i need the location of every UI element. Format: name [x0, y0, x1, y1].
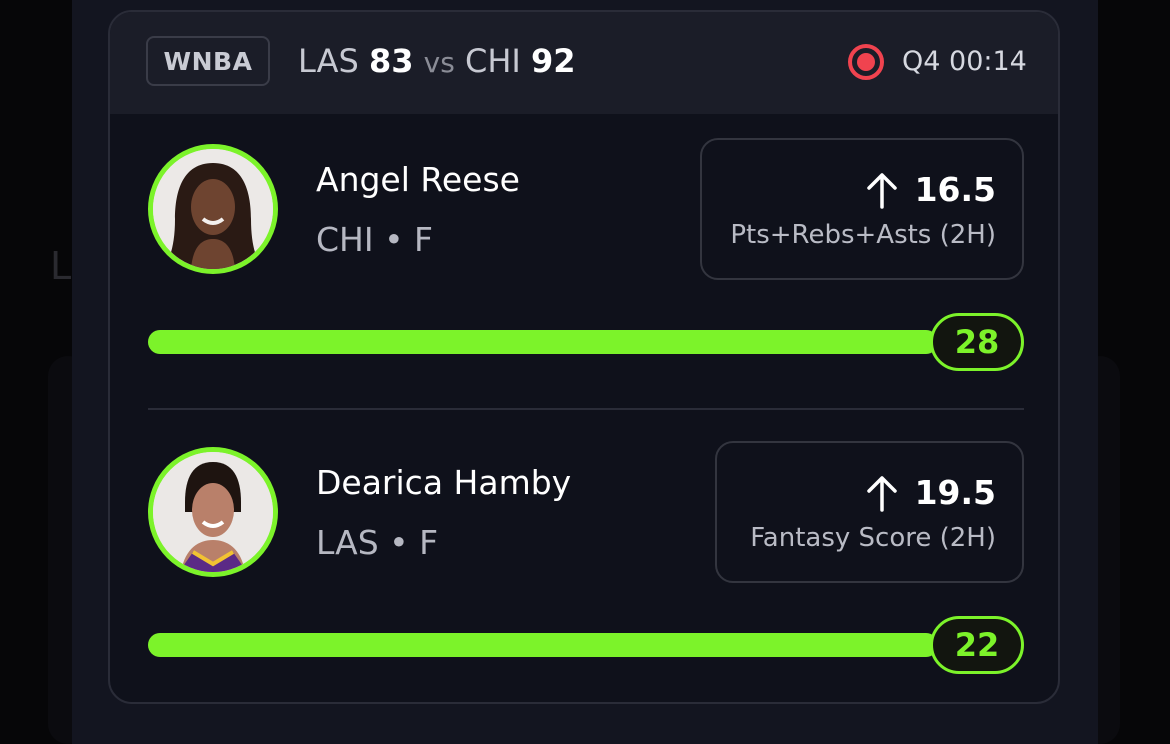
away-score: 83 — [368, 42, 414, 80]
home-team: CHI — [464, 42, 521, 80]
live-record-icon — [848, 44, 884, 80]
player-row[interactable]: Angel Reese CHI • F 16.5 Pts+Rebs+Asts (… — [110, 114, 1058, 394]
player-name: Dearica Hamby — [316, 463, 572, 502]
matchup-score: LAS 83 vs CHI 92 — [298, 42, 576, 80]
player-team-position: CHI • F — [316, 220, 434, 259]
line-value: 19.5 — [914, 473, 996, 512]
stat-type: Fantasy Score (2H) — [750, 523, 996, 553]
away-team: LAS — [298, 42, 359, 80]
progress-track — [148, 633, 938, 657]
current-stat-badge: 28 — [930, 313, 1024, 371]
game-header: WNBA LAS 83 vs CHI 92 Q4 00:14 — [110, 12, 1058, 114]
line-value: 16.5 — [914, 170, 996, 209]
progress-fill — [148, 633, 938, 657]
player-divider — [148, 408, 1024, 410]
player-name: Angel Reese — [316, 160, 520, 199]
player-row[interactable]: Dearica Hamby LAS • F 19.5 Fantasy Score… — [110, 417, 1058, 697]
arrow-up-icon — [866, 172, 897, 209]
prop-line-box[interactable]: 19.5 Fantasy Score (2H) — [715, 441, 1024, 583]
stat-type: Pts+Rebs+Asts (2H) — [730, 220, 996, 250]
current-stat-badge: 22 — [930, 616, 1024, 674]
player-avatar — [148, 144, 278, 274]
live-game-card[interactable]: WNBA LAS 83 vs CHI 92 Q4 00:14 Angel Ree… — [108, 10, 1060, 704]
background-heading-letter: L — [50, 244, 72, 288]
prop-line: 16.5 — [865, 170, 996, 209]
home-score: 92 — [531, 42, 576, 80]
player-avatar — [148, 447, 278, 577]
versus-label: vs — [423, 46, 455, 79]
arrow-up-icon — [866, 475, 897, 512]
player-portrait-icon — [153, 452, 273, 572]
player-team-position: LAS • F — [316, 523, 439, 562]
player-portrait-icon — [153, 149, 273, 269]
league-badge: WNBA — [146, 36, 270, 86]
progress-fill — [148, 330, 938, 354]
game-clock: Q4 00:14 — [902, 46, 1027, 77]
prop-line: 19.5 — [865, 473, 996, 512]
progress-track — [148, 330, 938, 354]
prop-line-box[interactable]: 16.5 Pts+Rebs+Asts (2H) — [700, 138, 1024, 280]
